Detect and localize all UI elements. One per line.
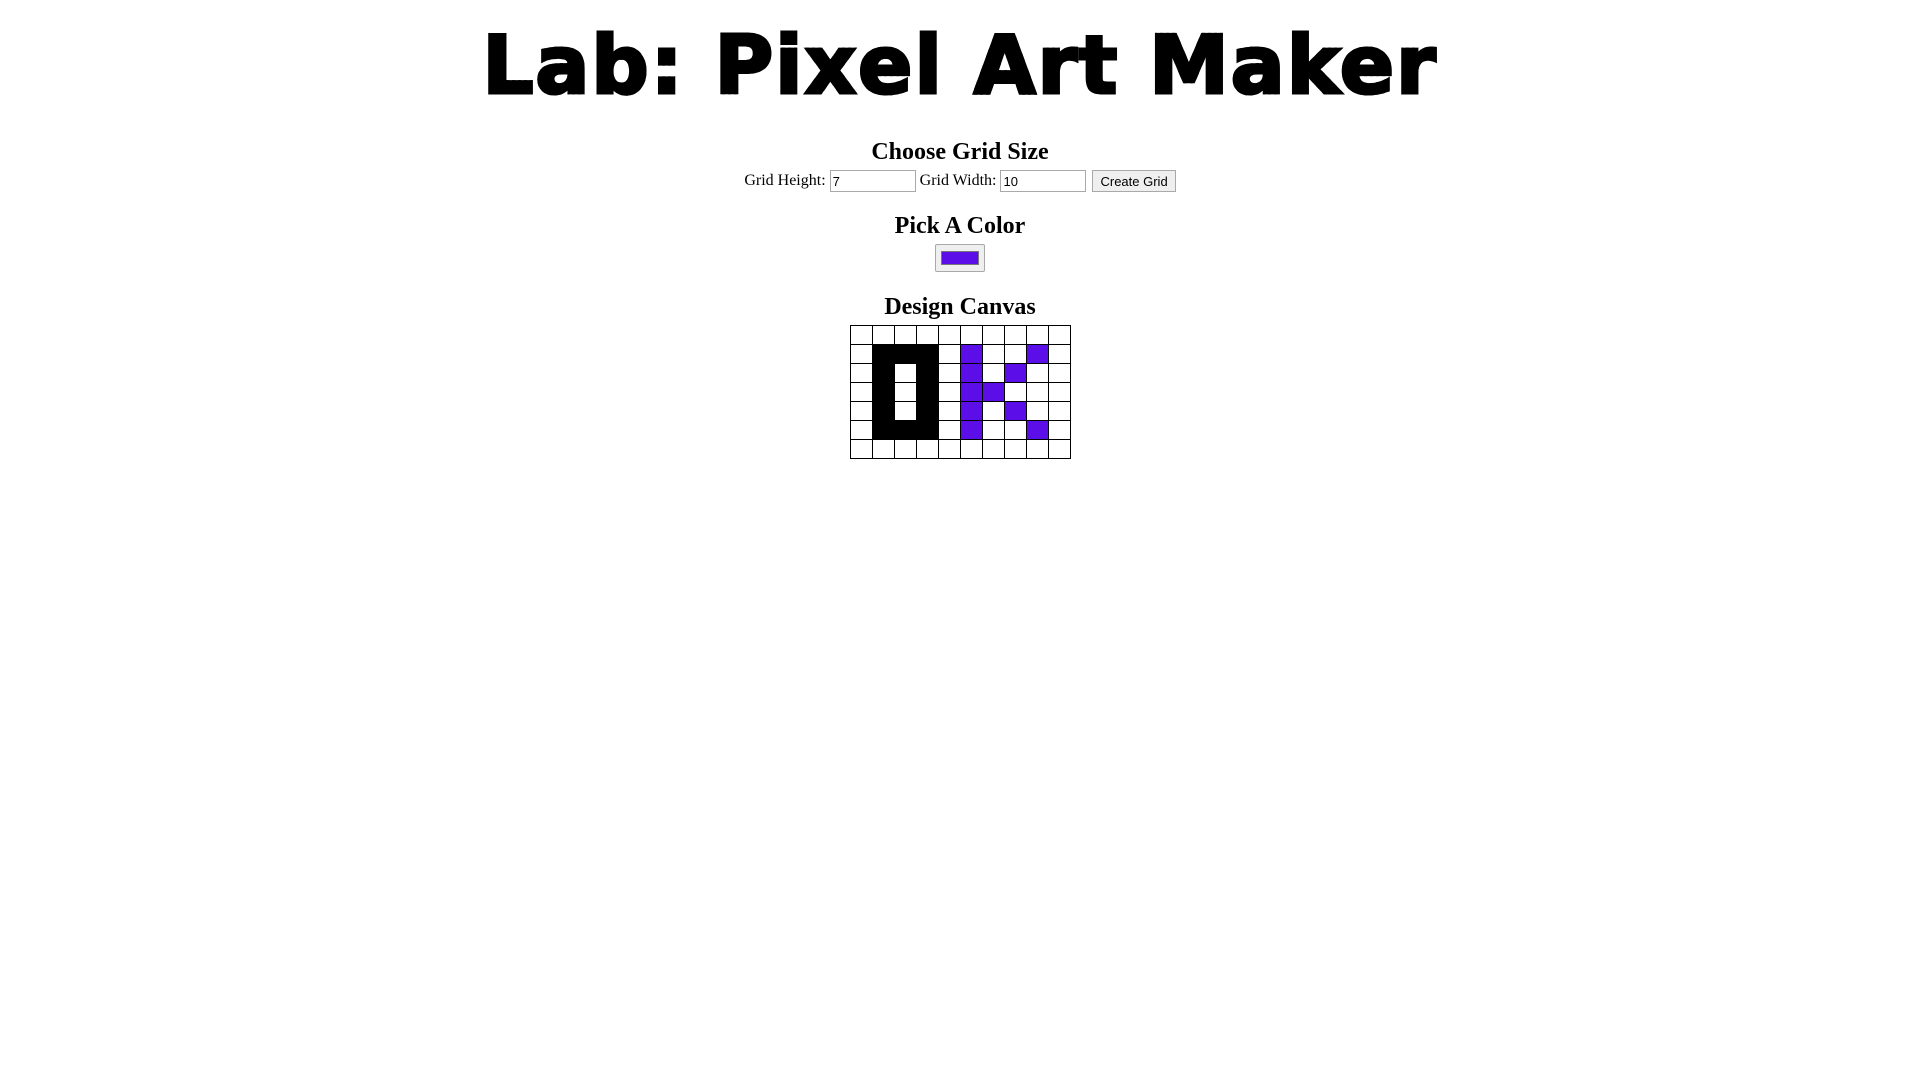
canvas-cell[interactable] (1025, 325, 1049, 345)
canvas-cell[interactable] (937, 344, 961, 364)
canvas-cell[interactable] (981, 439, 1005, 459)
canvas-cell[interactable] (915, 363, 939, 383)
canvas-cell[interactable] (871, 439, 895, 459)
canvas-cell[interactable] (1003, 363, 1027, 383)
canvas-cell[interactable] (893, 344, 917, 364)
canvas-cell[interactable] (849, 401, 873, 421)
grid-width-input[interactable] (1000, 170, 1087, 192)
canvas-cell[interactable] (937, 363, 961, 383)
canvas-cell[interactable] (959, 439, 983, 459)
canvas-cell[interactable] (849, 363, 873, 383)
canvas-cell[interactable] (849, 344, 873, 364)
canvas-cell[interactable] (1025, 363, 1049, 383)
canvas-cell[interactable] (1047, 382, 1071, 402)
canvas-cell[interactable] (871, 420, 895, 440)
page-title: Lab: Pixel Art Maker (0, 0, 1920, 108)
canvas-cell[interactable] (937, 401, 961, 421)
canvas-cell[interactable] (871, 344, 895, 364)
canvas-cell[interactable] (937, 439, 961, 459)
canvas-cell[interactable] (1003, 401, 1027, 421)
canvas-cell[interactable] (1003, 439, 1027, 459)
canvas-cell[interactable] (1025, 344, 1049, 364)
canvas-cell[interactable] (893, 439, 917, 459)
canvas-cell[interactable] (1025, 401, 1049, 421)
canvas-row (849, 420, 1071, 440)
canvas-cell[interactable] (959, 382, 983, 402)
canvas-cell[interactable] (1003, 325, 1027, 345)
canvas-cell[interactable] (1003, 344, 1027, 364)
canvas-row (849, 439, 1071, 459)
canvas-cell[interactable] (893, 401, 917, 421)
grid-width-label: Grid Width: (919, 172, 997, 189)
canvas-cell[interactable] (1025, 439, 1049, 459)
title-text: Lab: Pixel Art Maker (481, 19, 1438, 112)
canvas-cell[interactable] (1047, 401, 1071, 421)
canvas-cell[interactable] (1047, 420, 1071, 440)
canvas-row (849, 344, 1071, 364)
canvas-cell[interactable] (959, 420, 983, 440)
canvas-row (849, 325, 1071, 345)
canvas-cell[interactable] (871, 401, 895, 421)
grid-height-input[interactable] (829, 170, 916, 192)
canvas-cell[interactable] (893, 325, 917, 345)
canvas-cell[interactable] (981, 382, 1005, 402)
canvas-cell[interactable] (893, 363, 917, 383)
canvas-cell[interactable] (915, 439, 939, 459)
color-heading: Pick A Color (894, 213, 1026, 239)
canvas-cell[interactable] (981, 344, 1005, 364)
canvas-cell[interactable] (1003, 420, 1027, 440)
canvas-cell[interactable] (849, 382, 873, 402)
canvas-cell[interactable] (1025, 420, 1049, 440)
canvas-cell[interactable] (871, 382, 895, 402)
canvas-cell[interactable] (849, 325, 873, 345)
canvas-cell[interactable] (893, 382, 917, 402)
canvas-row (849, 382, 1071, 402)
canvas-cell[interactable] (981, 325, 1005, 345)
pixel-canvas (849, 325, 1071, 459)
canvas-cell[interactable] (937, 382, 961, 402)
canvas-cell[interactable] (959, 363, 983, 383)
canvas-cell[interactable] (937, 325, 961, 345)
grid-size-form: Grid Height: Grid Width: Create Grid (0, 170, 1920, 192)
canvas-row (849, 363, 1071, 383)
grid-size-heading: Choose Grid Size (871, 139, 1049, 165)
canvas-cell[interactable] (1047, 344, 1071, 364)
grid-height-label: Grid Height: (744, 172, 826, 189)
canvas-cell[interactable] (871, 363, 895, 383)
canvas-cell[interactable] (849, 420, 873, 440)
canvas-cell[interactable] (1025, 382, 1049, 402)
canvas-cell[interactable] (915, 325, 939, 345)
canvas-cell[interactable] (849, 439, 873, 459)
canvas-cell[interactable] (981, 401, 1005, 421)
canvas-cell[interactable] (959, 344, 983, 364)
canvas-cell[interactable] (981, 420, 1005, 440)
canvas-row (849, 401, 1071, 421)
canvas-cell[interactable] (893, 420, 917, 440)
canvas-cell[interactable] (915, 382, 939, 402)
canvas-cell[interactable] (1047, 325, 1071, 345)
create-grid-button[interactable]: Create Grid (1092, 170, 1176, 192)
canvas-cell[interactable] (959, 401, 983, 421)
color-swatch (941, 251, 979, 265)
canvas-cell[interactable] (981, 363, 1005, 383)
page: Lab: Pixel Art Maker Choose Grid Size Gr… (0, 0, 1920, 459)
canvas-cell[interactable] (915, 420, 939, 440)
canvas-cell[interactable] (871, 325, 895, 345)
canvas-heading: Design Canvas (884, 294, 1036, 320)
color-picker[interactable] (935, 244, 985, 272)
canvas-cell[interactable] (915, 401, 939, 421)
canvas-cell[interactable] (915, 344, 939, 364)
canvas-cell[interactable] (937, 420, 961, 440)
canvas-cell[interactable] (1047, 363, 1071, 383)
canvas-cell[interactable] (1003, 382, 1027, 402)
canvas-cell[interactable] (959, 325, 983, 345)
canvas-cell[interactable] (1047, 439, 1071, 459)
